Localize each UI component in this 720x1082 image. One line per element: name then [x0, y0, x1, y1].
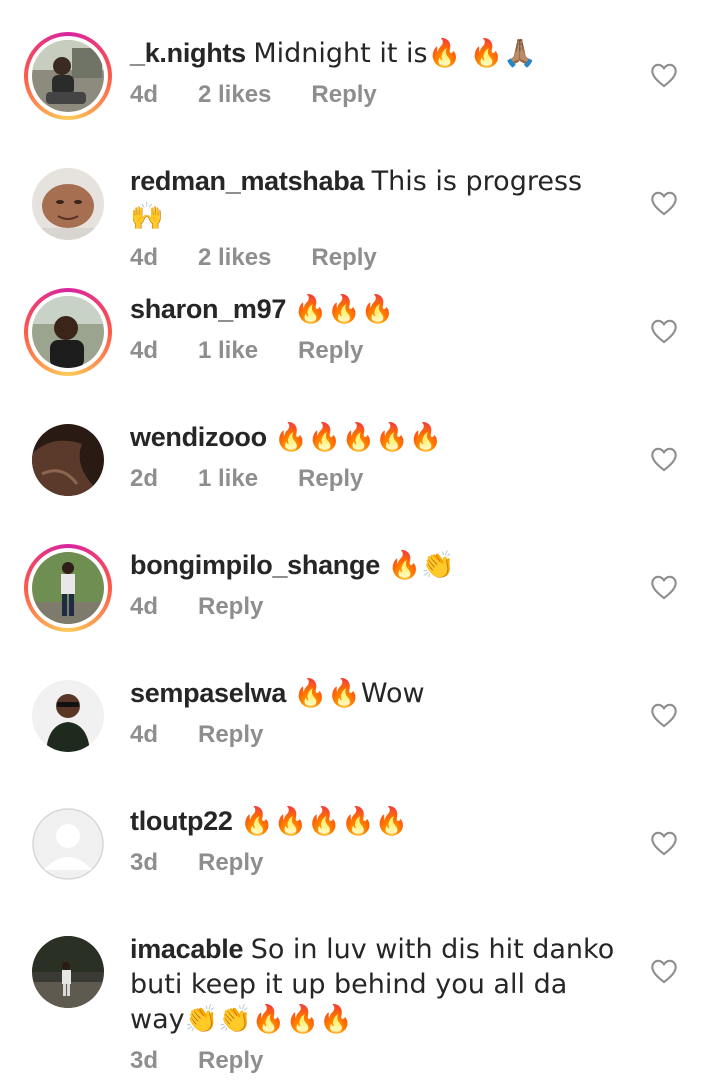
- like-heart-icon[interactable]: [650, 702, 678, 728]
- reply-button[interactable]: Reply: [198, 1047, 263, 1075]
- comment-text: bongimpilo_shange 🔥👏: [130, 548, 610, 583]
- comment-likes[interactable]: 1 like: [198, 465, 258, 493]
- comment-body: 🔥👏: [387, 550, 455, 581]
- comment-text: _k.nights Midnight it is🔥 🔥🙏🏽: [130, 36, 610, 71]
- comment-time: 2d: [130, 465, 159, 492]
- comment-meta: 3d Reply: [130, 1047, 620, 1075]
- avatar[interactable]: [24, 32, 112, 120]
- comment-username[interactable]: redman_matshaba: [130, 166, 364, 196]
- comment-meta: 4d Reply: [130, 593, 610, 621]
- like-heart-icon[interactable]: [650, 574, 678, 600]
- comment-text: sempaselwa 🔥🔥Wow: [130, 676, 610, 711]
- like-heart-icon[interactable]: [650, 830, 678, 856]
- reply-button[interactable]: Reply: [311, 244, 376, 272]
- comment-time: 4d: [130, 337, 159, 364]
- comment-meta: 3d Reply: [130, 849, 610, 877]
- like-heart-icon[interactable]: [650, 190, 678, 216]
- comment-text: wendizooo 🔥🔥🔥🔥🔥: [130, 420, 610, 455]
- reply-button[interactable]: Reply: [198, 593, 263, 621]
- like-heart-icon[interactable]: [650, 446, 678, 472]
- avatar[interactable]: [24, 160, 112, 248]
- avatar[interactable]: [24, 544, 112, 632]
- comment-meta: 4d 2 likes Reply: [130, 244, 610, 272]
- avatar-image: [32, 680, 104, 752]
- comment-username[interactable]: imacable: [130, 934, 243, 964]
- avatar-image: [32, 552, 104, 624]
- reply-button[interactable]: Reply: [198, 721, 263, 749]
- avatar[interactable]: [24, 416, 112, 504]
- comment-body: 🔥🔥🔥: [293, 294, 395, 325]
- comment-likes[interactable]: 1 like: [198, 337, 258, 365]
- avatar-image: [32, 296, 104, 368]
- like-heart-icon[interactable]: [650, 62, 678, 88]
- comment-likes[interactable]: 2 likes: [198, 244, 271, 272]
- comment-username[interactable]: _k.nights: [130, 38, 246, 68]
- avatar[interactable]: [24, 672, 112, 760]
- comment-meta: 4d 1 like Reply: [130, 337, 610, 365]
- comment-text: tloutp22 🔥🔥🔥🔥🔥: [130, 804, 610, 839]
- comment-time: 4d: [130, 593, 159, 620]
- comment-meta: 4d Reply: [130, 721, 610, 749]
- comment-time: 4d: [130, 721, 159, 748]
- comment-likes[interactable]: 2 likes: [198, 81, 271, 109]
- comment-text: imacable So in luv with dis hit danko bu…: [130, 932, 620, 1037]
- comment-username[interactable]: bongimpilo_shange: [130, 550, 380, 580]
- comment-username[interactable]: tloutp22: [130, 806, 233, 836]
- comment-time: 4d: [130, 81, 159, 108]
- comment-body: 🔥🔥🔥🔥🔥: [274, 422, 443, 453]
- comment-text: redman_matshaba This is progress 🙌: [130, 164, 610, 234]
- reply-button[interactable]: Reply: [298, 337, 363, 365]
- like-heart-icon[interactable]: [650, 958, 678, 984]
- comment-meta: 4d 2 likes Reply: [130, 81, 610, 109]
- comment-body: 🔥🔥🔥🔥🔥: [240, 806, 409, 837]
- comment-body: 🔥🔥Wow: [293, 678, 425, 709]
- comment-time: 4d: [130, 244, 159, 271]
- comment-meta: 2d 1 like Reply: [130, 465, 610, 493]
- comment-text: sharon_m97 🔥🔥🔥: [130, 292, 610, 327]
- comment-time: 3d: [130, 849, 159, 876]
- comment-body: Midnight it is🔥 🔥🙏🏽: [253, 38, 537, 69]
- avatar[interactable]: [24, 928, 112, 1016]
- reply-button[interactable]: Reply: [198, 849, 263, 877]
- avatar-image: [32, 40, 104, 112]
- avatar-image: [32, 936, 104, 1008]
- like-heart-icon[interactable]: [650, 318, 678, 344]
- avatar-image: [32, 168, 104, 240]
- default-avatar-icon: [32, 808, 104, 880]
- avatar[interactable]: [24, 800, 112, 888]
- reply-button[interactable]: Reply: [298, 465, 363, 493]
- avatar-image: [32, 424, 104, 496]
- comment-username[interactable]: wendizooo: [130, 422, 267, 452]
- comment-username[interactable]: sempaselwa: [130, 678, 286, 708]
- comment-time: 3d: [130, 1047, 159, 1074]
- avatar[interactable]: [24, 288, 112, 376]
- reply-button[interactable]: Reply: [311, 81, 376, 109]
- comment-username[interactable]: sharon_m97: [130, 294, 286, 324]
